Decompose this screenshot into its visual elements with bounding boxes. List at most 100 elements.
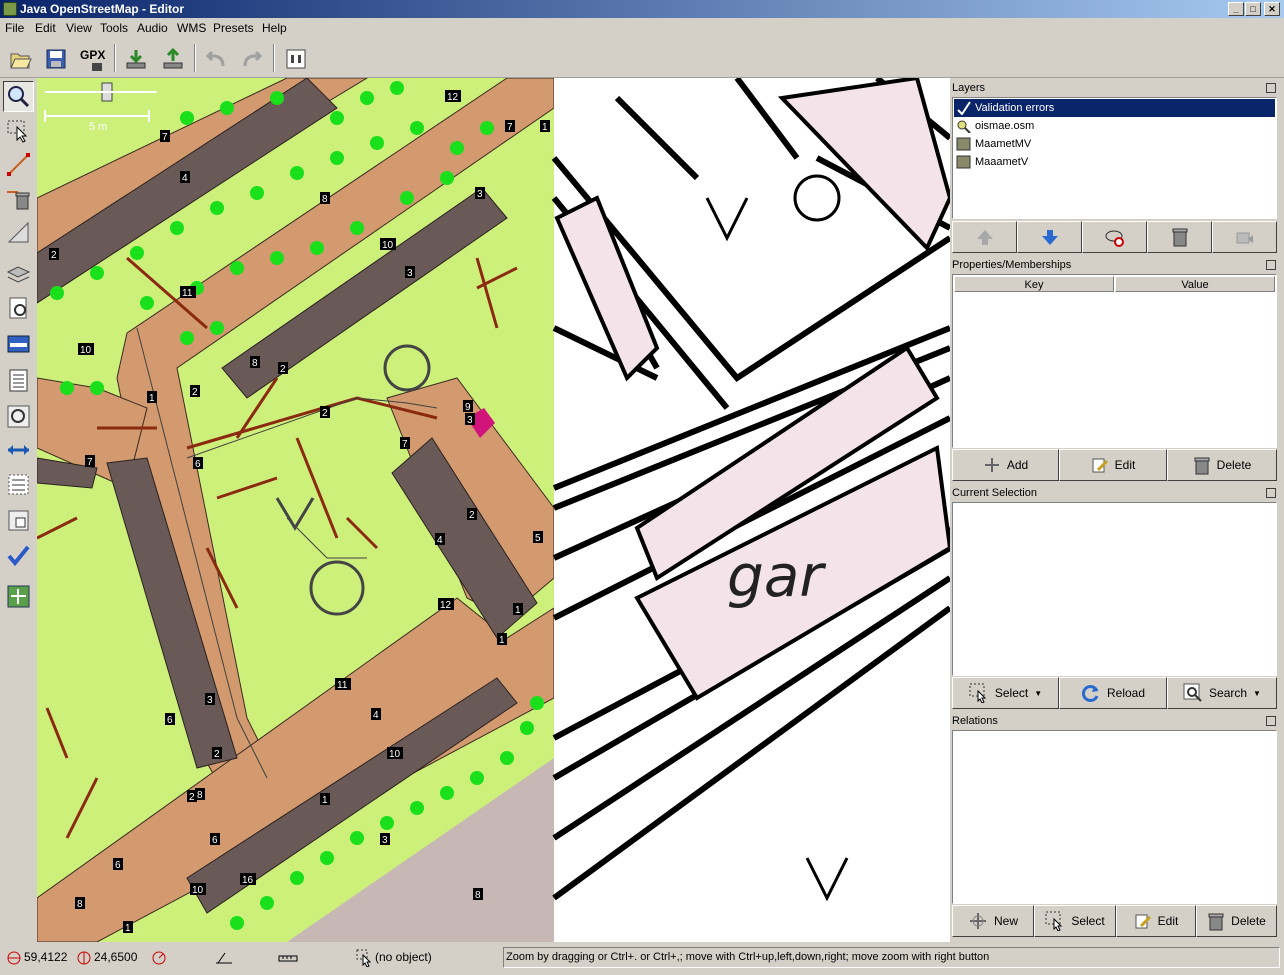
open-button[interactable] [2, 41, 36, 75]
way-label: 4 [437, 535, 443, 546]
export-gpx-icon [92, 63, 102, 71]
pin-icon[interactable] [1266, 83, 1276, 93]
toggle-visible-icon [1105, 230, 1124, 247]
menu-audio[interactable]: Audio [137, 21, 168, 35]
delete-layer-icon [1172, 228, 1187, 247]
reload-icon [1081, 685, 1099, 702]
latitude-icon [7, 951, 21, 965]
selection-panel-title: Current Selection [951, 485, 1278, 501]
search-button[interactable]: Search ▼ [1167, 677, 1277, 709]
fullscreen-toggle-button[interactable] [3, 581, 34, 612]
edit-relation-button[interactable]: Edit [1116, 905, 1196, 937]
delete-relation-button[interactable]: Delete [1196, 905, 1277, 937]
undo-icon [205, 50, 225, 67]
way-label: 1 [322, 795, 328, 806]
minimize-button[interactable]: _ [1228, 2, 1244, 16]
move-up-button[interactable] [952, 221, 1017, 253]
trash-icon [1208, 913, 1224, 931]
map-canvas[interactable]: gar 5 m 12748 372118103210127632541116321… [37, 78, 950, 942]
redo-button[interactable] [234, 41, 268, 75]
new-relation-button[interactable]: New [952, 905, 1034, 937]
select-icon [969, 683, 987, 703]
layer-list[interactable]: Validation errors oismae.osm MaametMV Ma… [952, 97, 1277, 219]
fullscreen-icon [7, 585, 30, 608]
download-icon [126, 50, 146, 69]
properties-buttons: Add Edit Delete [952, 449, 1277, 481]
close-button[interactable]: ✕ [1264, 2, 1280, 16]
window-title: Java OpenStreetMap - Editor [20, 2, 185, 16]
layer-row-osm[interactable]: oismae.osm [954, 117, 1275, 135]
object-under-cursor: (no object) [375, 950, 432, 964]
undo-button[interactable] [198, 41, 232, 75]
selection-list[interactable] [952, 502, 1277, 676]
delete-property-button[interactable]: Delete [1167, 449, 1277, 481]
preferences-button[interactable] [278, 41, 312, 75]
angle-icon [216, 952, 232, 964]
add-property-button[interactable]: Add [952, 449, 1059, 481]
draw-mode-button[interactable] [3, 149, 34, 180]
delete-icon [7, 191, 30, 210]
menu-presets[interactable]: Presets [213, 21, 254, 35]
selection-list-toggle-button[interactable] [3, 329, 34, 360]
export-gpx-button[interactable]: GPX [75, 41, 109, 75]
way-label: 6 [212, 835, 218, 846]
relation-toggle-button[interactable] [3, 435, 34, 466]
menu-view[interactable]: View [66, 21, 92, 35]
layer-row-wms2[interactable]: MaaametV [954, 153, 1275, 171]
help-text: Zoom by dragging or Ctrl+. or Ctrl+,; mo… [503, 947, 1280, 968]
way-label: 6 [167, 715, 173, 726]
properties-toggle-button[interactable] [3, 293, 34, 324]
layers-toggle-button[interactable] [3, 259, 34, 290]
layers-toggle-icon [6, 266, 31, 283]
zoom-mode-button[interactable] [3, 81, 34, 112]
menu-wms[interactable]: WMS [177, 21, 206, 35]
menu-file[interactable]: File [5, 21, 24, 35]
way-label: 5 [535, 533, 541, 544]
reload-button[interactable]: Reload [1059, 677, 1167, 709]
move-down-button[interactable] [1017, 221, 1082, 253]
delete-mode-button[interactable] [3, 183, 34, 214]
select-icon [1045, 911, 1063, 931]
measure-icon [7, 221, 29, 243]
pin-icon[interactable] [1266, 716, 1276, 726]
way-label: 3 [407, 268, 413, 279]
validation-toggle-button[interactable] [3, 540, 34, 571]
measure-mode-button[interactable] [3, 217, 34, 248]
search-toggle-button[interactable] [3, 505, 34, 536]
merge-icon [8, 474, 29, 495]
way-label: 3 [382, 835, 388, 846]
edit-property-button[interactable]: Edit [1059, 449, 1167, 481]
history-toggle-button[interactable] [3, 365, 34, 396]
save-button[interactable] [38, 41, 72, 75]
select-relation-button[interactable]: Select [1034, 905, 1116, 937]
menu-tools[interactable]: Tools [100, 21, 128, 35]
merge-toggle-button[interactable] [3, 469, 34, 500]
pin-icon[interactable] [1266, 488, 1276, 498]
add-icon [984, 458, 999, 472]
upload-button[interactable] [155, 41, 189, 75]
conflict-toggle-button[interactable] [3, 401, 34, 432]
download-button[interactable] [118, 41, 152, 75]
latitude-value: 59,4122 [24, 950, 68, 964]
map-view[interactable]: gar 5 m 12 7 4 8 3 7 2 11 8 10 3 2 10 1 2 7 6 3 2 5 4 1 11 6 3 2 1… [37, 78, 950, 942]
layer-row-wms1[interactable]: MaametMV [954, 135, 1275, 153]
merge-layer-icon [1236, 232, 1253, 244]
menu-help[interactable]: Help [262, 21, 287, 35]
select-button[interactable]: Select ▼ [952, 677, 1059, 709]
delete-layer-button[interactable] [1147, 221, 1212, 253]
pin-icon[interactable] [1266, 260, 1276, 270]
maximize-button[interactable]: □ [1245, 2, 1261, 16]
menu-edit[interactable]: Edit [35, 21, 56, 35]
merge-layer-button[interactable] [1212, 221, 1277, 253]
key-column-header[interactable]: Key [954, 276, 1114, 292]
select-mode-button[interactable] [3, 115, 34, 146]
layer-row-validation[interactable]: Validation errors [954, 99, 1275, 117]
properties-table[interactable]: Key Value [952, 274, 1277, 448]
way-label: 1 [542, 122, 548, 133]
relations-list[interactable] [952, 730, 1277, 904]
value-column-header[interactable]: Value [1115, 276, 1275, 292]
way-label: 10 [80, 345, 92, 356]
way-label: 1 [125, 923, 131, 934]
way-label: 3 [207, 695, 213, 706]
toggle-visible-button[interactable] [1082, 221, 1147, 253]
